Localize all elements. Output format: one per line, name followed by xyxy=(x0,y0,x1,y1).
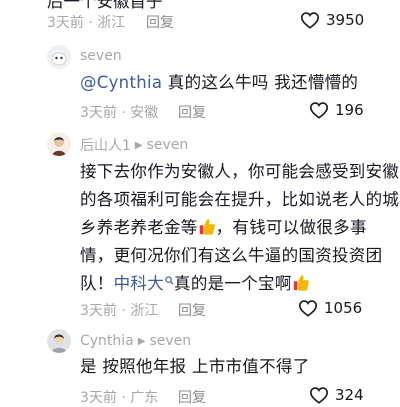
like-count: 1056 xyxy=(324,299,363,317)
comment-meta: 3天前 · 广东 xyxy=(80,390,159,406)
comment-1: seven @Cynthia 真的这么牛吗 我还懵懵的 3天前 · 安徽 回复 … xyxy=(0,40,400,130)
like-count: 3950 xyxy=(326,11,365,29)
comment-text: 是 按照他年报 上市市值不得了 xyxy=(80,357,310,376)
like-button[interactable]: 196 xyxy=(309,101,364,119)
comment-0: 后一个安徽首子 3天前 · 浙江 回复 3950 xyxy=(0,0,400,40)
avatar[interactable] xyxy=(47,132,71,156)
heart-outline-icon xyxy=(300,12,320,29)
heart-outline-icon xyxy=(309,102,329,119)
comment-3: Cynthia ▶ seven 是 按照他年报 上市市值不得了 3天前 · 广东… xyxy=(0,325,400,406)
heart-outline-icon xyxy=(298,300,318,317)
comment-segment: ，有钱可以做很多事 xyxy=(215,218,367,237)
comment-meta: 3天前 · 浙江 xyxy=(80,303,159,319)
comment-meta: 3天前 · 浙江 xyxy=(47,15,126,31)
comment-line: 队！中科大 真的是一个宝啊 xyxy=(80,270,400,298)
play-triangle-icon: ▶ xyxy=(137,335,146,347)
comment-line: 情，更何况你们有这么牛逼的国资投资团 xyxy=(80,246,383,265)
like-count: 324 xyxy=(335,386,364,404)
reply-button[interactable]: 回复 xyxy=(146,12,174,32)
like-button[interactable]: 3950 xyxy=(300,11,364,29)
reply-to-name[interactable]: seven xyxy=(147,137,189,153)
comment-segment: 队！ xyxy=(80,274,114,293)
comment-meta: 3天前 · 安徽 xyxy=(80,105,159,121)
reply-to-name[interactable]: seven xyxy=(149,333,191,349)
like-count: 196 xyxy=(335,101,364,119)
like-button[interactable]: 1056 xyxy=(298,299,362,317)
search-link[interactable]: 中科大 xyxy=(114,274,164,293)
like-button[interactable]: 324 xyxy=(309,386,364,404)
user-name[interactable]: seven xyxy=(80,48,122,64)
comment-text-partial: 后一个安徽首子 xyxy=(47,0,163,11)
comment-text: 接下去你作为安徽人，你可能会感受到安徽 的各项福利可能会在提升，比如说老人的城 … xyxy=(80,158,400,298)
comment-segment: 真的是一个宝啊 xyxy=(174,274,292,293)
comment-segment: 乡养老养老金等 xyxy=(80,218,198,237)
reply-button[interactable]: 回复 xyxy=(178,300,206,320)
thumbs-up-emoji xyxy=(199,219,215,235)
comment-text: @Cynthia 真的这么牛吗 我还懵懵的 xyxy=(80,69,358,97)
comment-author-line: 后山人1 ▶ seven xyxy=(80,135,188,155)
thumbs-up-emoji xyxy=(293,275,309,291)
user-name[interactable]: 后山人1 xyxy=(80,135,131,155)
comment-line: 的各项福利可能会在提升，比如说老人的城 xyxy=(80,190,400,209)
avatar[interactable] xyxy=(47,45,71,69)
heart-outline-icon xyxy=(309,387,329,404)
avatar[interactable] xyxy=(47,329,71,353)
search-icon xyxy=(165,276,174,285)
comment-author-line: Cynthia ▶ seven xyxy=(80,333,191,349)
play-triangle-icon: ▶ xyxy=(134,139,143,151)
reply-button[interactable]: 回复 xyxy=(178,387,206,407)
comment-line: 乡养老养老金等 ，有钱可以做很多事 xyxy=(80,214,400,242)
reply-button[interactable]: 回复 xyxy=(178,102,206,122)
mention-link[interactable]: @Cynthia xyxy=(80,73,162,92)
comment-line: 接下去你作为安徽人，你可能会感受到安徽 xyxy=(80,162,400,181)
comment-text-content: 真的这么牛吗 我还懵懵的 xyxy=(162,73,359,92)
comment-2: 后山人1 ▶ seven 接下去你作为安徽人，你可能会感受到安徽 的各项福利可能… xyxy=(0,130,400,320)
user-name[interactable]: Cynthia xyxy=(80,333,134,349)
